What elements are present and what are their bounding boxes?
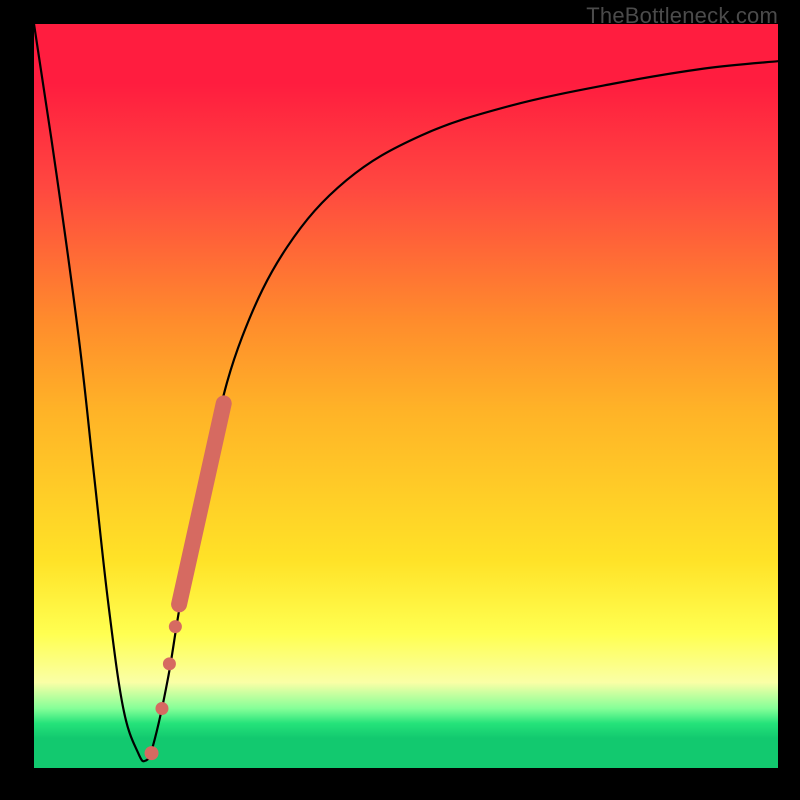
chart-frame: TheBottleneck.com xyxy=(0,0,800,800)
bottleneck-curve xyxy=(34,24,778,761)
data-point xyxy=(155,702,168,715)
data-point xyxy=(163,657,176,670)
data-point xyxy=(145,746,159,760)
highlight-segment xyxy=(179,403,224,604)
data-point xyxy=(169,620,182,633)
data-markers xyxy=(145,403,224,760)
chart-svg xyxy=(34,24,778,768)
plot-area xyxy=(34,24,778,768)
